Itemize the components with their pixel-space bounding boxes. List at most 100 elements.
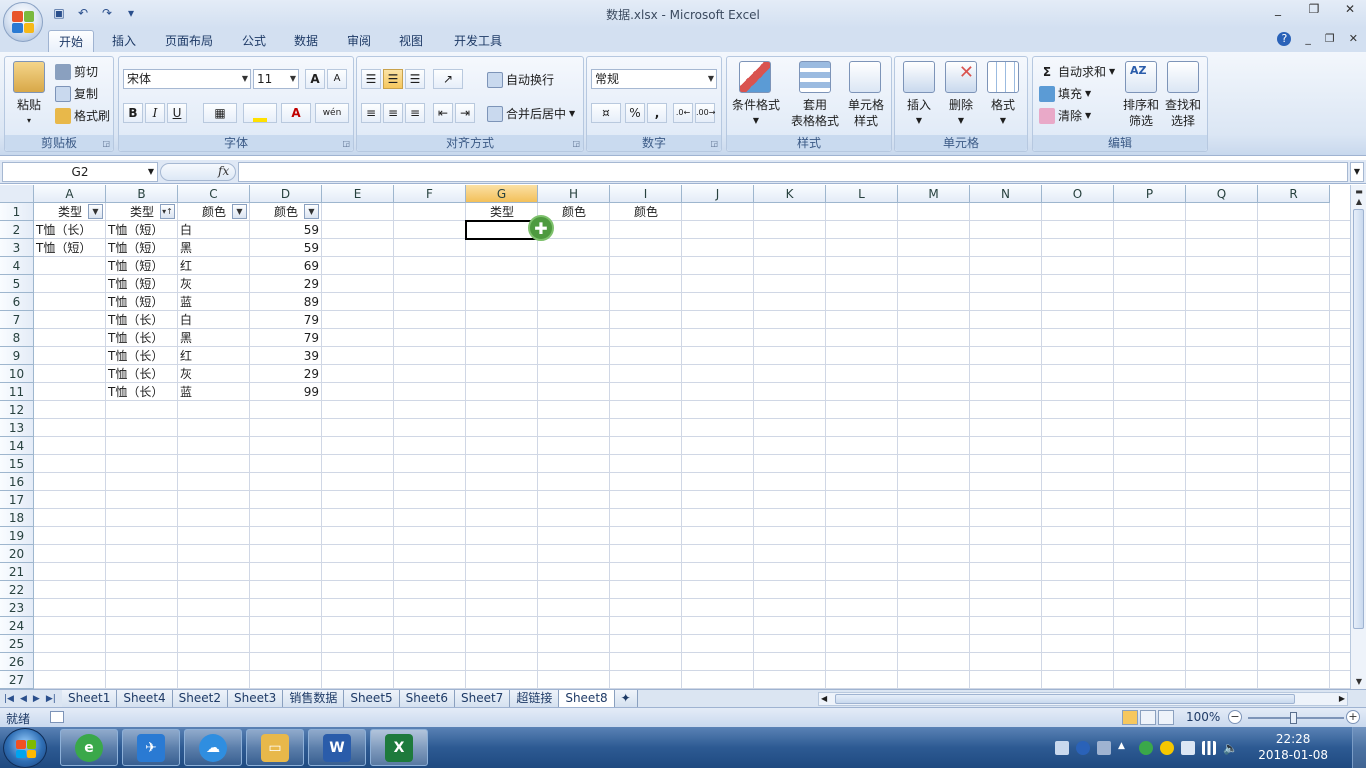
data-cell[interactable]: 79 [250, 329, 322, 347]
show-desktop-button[interactable] [1352, 727, 1366, 768]
chevron-down-icon[interactable]: ▼ [939, 113, 983, 129]
align-right-button[interactable]: ≡ [405, 103, 425, 123]
row-header-14[interactable]: 14 [0, 437, 34, 455]
taskbar-messenger[interactable]: ✈ [122, 729, 180, 766]
sheet-tab[interactable]: Sheet6 [399, 690, 455, 707]
format-cells-icon[interactable] [987, 61, 1019, 93]
restore-button[interactable]: ❐ [1306, 2, 1322, 20]
insert-sheet-icon[interactable]: ✦ [614, 690, 638, 707]
scroll-up-icon[interactable]: ▲ [1352, 195, 1366, 209]
font-name-combo[interactable]: 宋体 ▼ [123, 69, 251, 89]
data-cell[interactable]: 29 [250, 275, 322, 293]
insert-cells-icon[interactable] [903, 61, 935, 93]
chevron-down-icon[interactable]: ▼ [727, 113, 785, 129]
row-header-6[interactable]: 6 [0, 293, 34, 311]
filter-dropdown-icon[interactable]: ▾↑ [160, 204, 175, 219]
clear-button[interactable]: 清除 ▼ [1039, 107, 1091, 124]
last-sheet-icon[interactable]: ▶| [46, 690, 56, 708]
vertical-scroll-thumb[interactable] [1353, 209, 1364, 629]
number-format-combo[interactable]: 常规 ▼ [591, 69, 717, 89]
copy-button[interactable]: 复制 [55, 85, 98, 102]
header-cell-I[interactable]: 颜色 [610, 203, 682, 221]
name-box[interactable]: G2 ▼ [2, 162, 158, 182]
horizontal-scrollbar[interactable]: ◀ ▶ [818, 692, 1348, 706]
align-left-button[interactable]: ≡ [361, 103, 381, 123]
sheet-tab[interactable]: Sheet2 [172, 690, 228, 707]
show-hidden-icons[interactable]: ▲ [1118, 741, 1132, 755]
data-cell[interactable]: T恤（短） [106, 257, 178, 275]
taskbar-browser[interactable]: e [60, 729, 118, 766]
find-select-button[interactable]: 查找和 [1159, 97, 1207, 113]
data-cell[interactable]: T恤（长） [106, 329, 178, 347]
row-header-3[interactable]: 3 [0, 239, 34, 257]
data-cell[interactable]: 红 [178, 257, 250, 275]
cell-style-button-line2[interactable]: 样式 [841, 113, 891, 129]
row-header-23[interactable]: 23 [0, 599, 34, 617]
font-size-combo[interactable]: 11 ▼ [253, 69, 299, 89]
row-header-2[interactable]: 2 [0, 221, 34, 239]
row-header-7[interactable]: 7 [0, 311, 34, 329]
row-header-16[interactable]: 16 [0, 473, 34, 491]
column-header-B[interactable]: B [106, 185, 178, 203]
delete-cells-icon[interactable]: ✕ [945, 61, 977, 93]
usb-icon[interactable] [1181, 740, 1195, 755]
tab-review[interactable]: 审阅 [337, 30, 381, 52]
row-header-26[interactable]: 26 [0, 653, 34, 671]
data-cell[interactable]: 黑 [178, 329, 250, 347]
expand-formula-bar-icon[interactable]: ▼ [1350, 162, 1364, 182]
keyboard-icon[interactable] [1055, 740, 1069, 755]
row-header-18[interactable]: 18 [0, 509, 34, 527]
paste-icon[interactable] [13, 61, 45, 93]
phonetic-button[interactable]: wén [315, 103, 349, 123]
data-cell[interactable]: 灰 [178, 365, 250, 383]
row-header-12[interactable]: 12 [0, 401, 34, 419]
row-header-13[interactable]: 13 [0, 419, 34, 437]
table-format-icon[interactable] [799, 61, 831, 93]
first-sheet-icon[interactable]: |◀ [4, 690, 14, 708]
data-cell[interactable]: T恤（长） [106, 365, 178, 383]
row-header-4[interactable]: 4 [0, 257, 34, 275]
taskbar-cloud[interactable]: ☁ [184, 729, 242, 766]
paste-dropdown-icon[interactable]: ▾ [7, 113, 51, 129]
start-button[interactable] [3, 728, 47, 768]
sheet-tab[interactable]: Sheet4 [117, 690, 173, 707]
delete-cells-button[interactable]: 删除 [939, 97, 983, 113]
increase-indent-button[interactable]: ⇥ [455, 103, 475, 123]
tab-insert[interactable]: 插入 [102, 30, 146, 52]
horizontal-scroll-thumb[interactable] [835, 694, 1295, 704]
shrink-font-button[interactable]: A [327, 69, 347, 89]
row-header-20[interactable]: 20 [0, 545, 34, 563]
signal-icon[interactable] [1202, 740, 1216, 755]
increase-decimal-button[interactable]: .0← [673, 103, 693, 123]
page-layout-view-button[interactable] [1140, 710, 1156, 725]
binoculars-icon[interactable] [1167, 61, 1199, 93]
clock[interactable]: 22:28 2018-01-08 [1258, 731, 1328, 763]
conditional-format-button[interactable]: 条件格式 [727, 97, 785, 113]
row-header-17[interactable]: 17 [0, 491, 34, 509]
data-cell[interactable]: 蓝 [178, 293, 250, 311]
column-header-P[interactable]: P [1114, 185, 1186, 203]
column-header-E[interactable]: E [322, 185, 394, 203]
select-all-corner[interactable] [0, 185, 34, 203]
insert-function-icon[interactable]: fx [218, 164, 229, 178]
data-cell[interactable]: 红 [178, 347, 250, 365]
currency-button[interactable]: ¤ [591, 103, 621, 123]
row-header-9[interactable]: 9 [0, 347, 34, 365]
data-cell[interactable]: 69 [250, 257, 322, 275]
data-cell[interactable]: 59 [250, 221, 322, 239]
font-color-button[interactable]: A [281, 103, 311, 123]
row-header-22[interactable]: 22 [0, 581, 34, 599]
sort-filter-icon[interactable]: AZ [1125, 61, 1157, 93]
tab-view[interactable]: 视图 [389, 30, 433, 52]
zoom-in-button[interactable]: + [1346, 710, 1360, 724]
tab-formulas[interactable]: 公式 [232, 30, 276, 52]
row-header-11[interactable]: 11 [0, 383, 34, 401]
row-header-27[interactable]: 27 [0, 671, 34, 689]
column-header-A[interactable]: A [34, 185, 106, 203]
row-header-24[interactable]: 24 [0, 617, 34, 635]
filter-dropdown-icon[interactable]: ▼ [232, 204, 247, 219]
sheet-tab[interactable]: Sheet8 [559, 690, 615, 707]
column-header-G[interactable]: G [466, 185, 538, 203]
column-header-H[interactable]: H [538, 185, 610, 203]
data-cell[interactable]: T恤（长） [106, 383, 178, 401]
